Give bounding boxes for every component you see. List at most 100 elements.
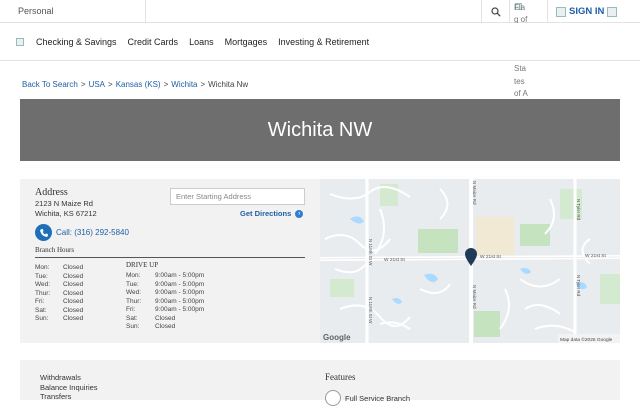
nav-item-checking-savings[interactable]: Checking & Savings <box>36 37 117 47</box>
feature-item: Full Service Branch <box>325 390 410 406</box>
hours-day: Mon: <box>126 272 141 279</box>
hours-value: Closed <box>63 264 84 271</box>
logo-broken-image-icon[interactable] <box>16 38 24 46</box>
park-area <box>600 274 620 304</box>
hours-value: 9:00am - 5:00pm <box>155 297 205 305</box>
hours-value: Closed <box>155 323 176 330</box>
arrow-right-icon: › <box>295 209 304 218</box>
hours-day: Wed: <box>126 289 142 296</box>
breadcrumb-usa[interactable]: USA <box>89 80 105 89</box>
nav-item-loans[interactable]: Loans <box>189 37 214 47</box>
call-link[interactable]: Call: (316) 292-5840 <box>35 224 129 241</box>
hours-day: Tue: <box>35 272 48 280</box>
starting-address-input[interactable] <box>170 188 305 205</box>
hours-row: Wed: Closed <box>35 281 83 290</box>
nav-item-credit-cards[interactable]: Credit Cards <box>128 37 179 47</box>
hours-row: Fri: 9:00am - 5:00pm <box>126 306 204 315</box>
drive-up-heading: DRIVE UP <box>126 261 159 269</box>
street-label-maize-bottom: N Maize Rd <box>472 285 477 309</box>
hours-day: Thur: <box>35 289 51 297</box>
bank-icon <box>325 390 341 406</box>
hours-day: Wed: <box>35 281 51 288</box>
hours-value: Closed <box>63 272 84 280</box>
features-heading: Features <box>325 372 356 382</box>
breadcrumb: Back To Search > USA > Kansas (KS) > Wichita > W… <box>22 80 248 89</box>
hours-value: Closed <box>155 314 176 322</box>
search-button[interactable] <box>482 0 510 23</box>
street-label-tyler-top: N Tyler Rd <box>576 199 581 221</box>
service-item: Transfers <box>40 392 72 401</box>
hours-row: Tue: 9:00am - 5:00pm <box>126 281 204 290</box>
breadcrumb-separator: > <box>200 80 206 89</box>
nav-item-investing-retirement[interactable]: Investing & Retirement <box>278 37 369 47</box>
breadcrumb-separator: > <box>80 80 86 89</box>
hours-value: Closed <box>63 306 84 314</box>
street-label-w21st-right: W 21st St <box>585 253 606 259</box>
hours-day: Mon: <box>35 264 50 271</box>
street-label-119th-bottom: N 119th St W <box>368 297 373 324</box>
services-list: Withdrawals Balance Inquiries Transfers <box>40 373 98 402</box>
street-label-tyler-bottom: N Tyler Rd <box>576 275 581 297</box>
street-label-w21st-left: W 21st St <box>384 257 405 263</box>
hours-day: Sat: <box>35 306 47 314</box>
map-attribution[interactable]: Map data ©2026 Google <box>560 336 613 343</box>
street-label-w21st-mid: W 21st St <box>480 254 501 260</box>
hours-day: Thur: <box>126 297 142 305</box>
address-line-1: 2123 N Maize Rd <box>35 199 93 208</box>
sign-in-button[interactable]: SIGN IN <box>548 0 640 23</box>
map-canvas[interactable]: W 21st St W 21st St W 21st St N Maize Rd… <box>320 179 620 343</box>
hours-row: Sat: Closed <box>126 315 204 324</box>
breadcrumb-separator: > <box>108 80 113 89</box>
hours-day: Tue: <box>126 280 139 288</box>
hours-row: Thur: 9:00am - 5:00pm <box>126 298 204 307</box>
google-logo: Google <box>323 333 351 342</box>
location-map[interactable]: W 21st St W 21st St W 21st St N Maize Rd… <box>320 179 620 343</box>
breadcrumb-current: Wichita Nw <box>208 80 249 89</box>
sign-in-label: SIGN IN <box>569 6 605 17</box>
hours-row: Tue: Closed <box>35 273 83 282</box>
branch-hours-heading: Branch Hours <box>35 246 75 254</box>
broken-image-icon <box>556 6 566 17</box>
breadcrumb-wichita[interactable]: Wichita <box>171 80 197 89</box>
hero-banner: Wichita NW <box>20 99 620 161</box>
call-label: Call: (316) 292-5840 <box>56 228 129 237</box>
service-item: Withdrawals <box>40 373 81 382</box>
country-flag[interactable]: Flag of the United States of America <box>510 0 548 123</box>
hours-day: Fri: <box>35 298 45 305</box>
branch-hours-list: Mon: Closed Tue: Closed Wed: Closed Thur: Cl… <box>35 264 83 324</box>
park-area <box>330 279 354 297</box>
hours-row: Wed: 9:00am - 5:00pm <box>126 289 204 298</box>
hours-value: Closed <box>63 289 84 297</box>
top-bar: Personal Flag of the United States of Am… <box>0 0 640 123</box>
hours-row: Sun: Closed <box>126 323 204 332</box>
location-info-panel: Address 2123 N Maize Rd Wichita, KS 6721… <box>20 179 320 343</box>
hours-row: Mon: Closed <box>35 264 83 273</box>
breadcrumb-back-to-search[interactable]: Back To Search <box>22 80 78 89</box>
hours-value: Closed <box>63 298 84 305</box>
get-directions-link[interactable]: Get Directions › <box>240 209 304 218</box>
breadcrumb-kansas[interactable]: Kansas (KS) <box>116 80 161 89</box>
hours-value: 9:00am - 5:00pm <box>155 289 205 296</box>
broken-image-icon <box>607 6 618 17</box>
hours-value: 9:00am - 5:00pm <box>155 280 205 288</box>
hours-value: Closed <box>63 281 84 288</box>
search-icon <box>490 6 501 17</box>
hours-day: Sat: <box>126 314 138 322</box>
hours-value: 9:00am - 5:00pm <box>155 272 205 279</box>
search-area[interactable] <box>146 0 482 23</box>
phone-icon <box>35 224 52 241</box>
hours-row: Sun: Closed <box>35 315 83 324</box>
park-area <box>418 229 458 253</box>
hours-day: Fri: <box>126 306 136 313</box>
address-heading: Address <box>35 187 68 198</box>
personal-segment-label[interactable]: Personal <box>0 0 146 23</box>
hours-day: Sun: <box>126 323 140 330</box>
street-label-maize-top: N Maize Rd <box>472 181 477 205</box>
hours-row: Mon: 9:00am - 5:00pm <box>126 272 204 281</box>
nav-item-mortgages[interactable]: Mortgages <box>225 37 268 47</box>
hours-value: Closed <box>63 315 84 322</box>
hours-value: 9:00am - 5:00pm <box>155 306 205 313</box>
breadcrumb-separator: > <box>163 80 169 89</box>
get-directions-label: Get Directions <box>240 209 292 218</box>
page-title: Wichita NW <box>267 118 373 141</box>
